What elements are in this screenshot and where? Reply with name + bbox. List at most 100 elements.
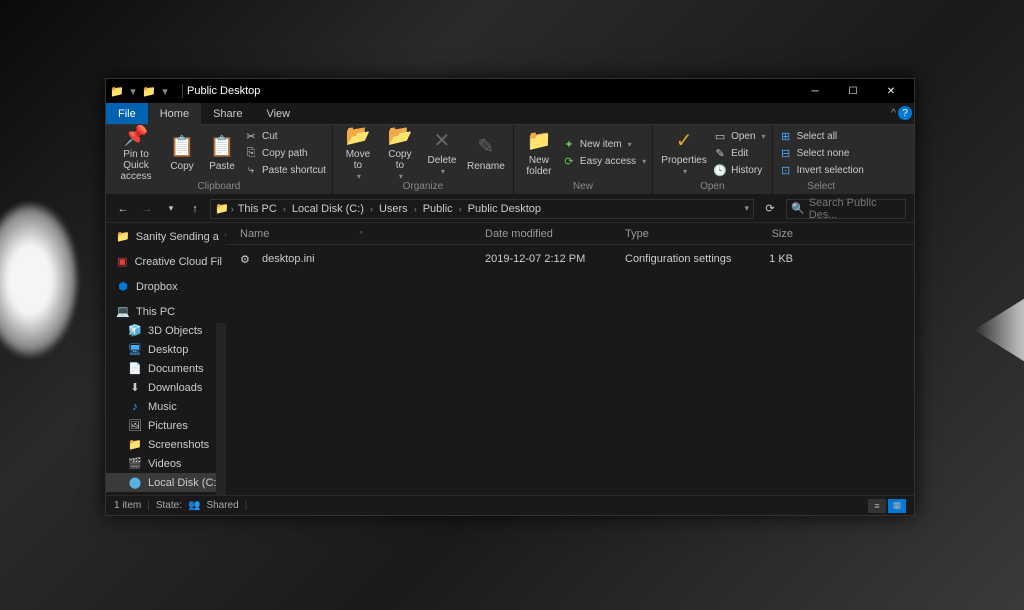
breadcrumb-item[interactable]: Public› [421,203,464,215]
select-buttons: ⊞Select all ⊟Select none ⊡Invert selecti… [779,128,864,178]
sidebar-item[interactable]: 🖥 Desktop [106,340,226,359]
scrollbar[interactable] [216,323,226,495]
open-small-buttons: ▭Open▾ ✎Edit 🕓History [713,128,765,178]
column-size[interactable]: Size [739,228,799,240]
chevron-right-icon[interactable]: › [231,204,234,214]
open-button[interactable]: ▭Open▾ [713,128,765,144]
sidebar-item[interactable]: ♪Music [106,397,226,416]
sidebar-item-icon: 🖥 [128,343,142,356]
rename-button[interactable]: ✎ Rename [465,127,507,179]
file-list[interactable]: ⚙desktop.ini2019-12-07 2:12 PMConfigurat… [226,245,914,495]
close-button[interactable]: ✕ [872,79,910,103]
cut-button[interactable]: ✂Cut [244,128,326,144]
sidebar-item[interactable]: ⬤Local Disk (C:) [106,473,226,492]
details-view-button[interactable]: ≡ [868,499,886,513]
label: Delete [427,155,456,166]
maximize-button[interactable]: ☐ [834,79,872,103]
delete-button[interactable]: ✕ Delete▾ [423,127,461,179]
label: Copy to [388,149,411,171]
chevron-right-icon: › [459,204,462,214]
forward-button[interactable]: → [138,203,156,215]
sidebar-item[interactable]: ⬢Dropbox [106,277,226,296]
sidebar-item[interactable]: ▣Creative Cloud Fil [106,252,226,271]
pin-to-quick-access-button[interactable]: 📌 Pin to Quick access [112,127,160,179]
rename-icon: ✎ [478,135,495,159]
copy-path-icon: ⎘ [244,147,258,160]
copy-path-button[interactable]: ⎘Copy path [244,145,326,161]
minimize-button[interactable]: ─ [796,79,834,103]
sidebar-item[interactable]: 💻This PC [106,302,226,321]
ribbon-collapse-icon[interactable]: ^ [891,107,896,119]
breadcrumb-item[interactable]: Users› [377,203,419,215]
label: Properties [661,155,707,166]
sidebar-item[interactable]: 📁Screenshots [106,435,226,454]
invert-selection-button[interactable]: ⊡Invert selection [779,162,864,178]
search-input[interactable]: 🔍 Search Public Des... [786,199,906,219]
sidebar-item[interactable]: 🎬Videos [106,454,226,473]
cut-icon: ✂ [244,130,258,143]
sidebar-item[interactable]: 🖼Pictures [106,416,226,435]
new-small-buttons: ✦New item▾ ⟳Easy access▾ [562,137,646,170]
group-label: New [520,179,646,192]
sidebar-item[interactable]: 📄Documents [106,359,226,378]
sidebar-item-label: Creative Cloud Fil [135,256,222,268]
edit-button[interactable]: ✎Edit [713,145,765,161]
qat-btn[interactable]: ▾ [158,84,172,98]
recent-dropdown[interactable]: ▾ [162,203,180,214]
breadcrumb-item[interactable]: Public Desktop [466,203,543,215]
statusbar: 1 item | State: 👥 Shared | ≡ ▦ [106,495,914,515]
collapse-icon[interactable]: ^ [225,232,226,241]
icons-view-button[interactable]: ▦ [888,499,906,513]
paste-shortcut-button[interactable]: ⤷Paste shortcut [244,162,326,178]
help-icon[interactable]: ? [898,106,912,120]
history-button[interactable]: 🕓History [713,162,765,178]
sidebar-item-label: Desktop [148,344,188,356]
tab-view[interactable]: View [254,103,302,124]
up-button[interactable]: ↑ [186,203,204,215]
new-item-button[interactable]: ✦New item▾ [562,137,646,153]
breadcrumb-item[interactable]: Local Disk (C:)› [290,203,375,215]
properties-button[interactable]: ✓ Properties▾ [659,127,709,179]
column-name[interactable]: Name^ [234,228,479,240]
back-button[interactable]: ← [114,203,132,215]
sidebar-item[interactable]: 📁Sanity Sending a^ [106,227,226,246]
navigation-pane[interactable]: 📁Sanity Sending a^ ▣Creative Cloud Fil ⬢Dr… [106,223,226,495]
select-none-button[interactable]: ⊟Select none [779,145,864,161]
select-all-button[interactable]: ⊞Select all [779,128,864,144]
refresh-button[interactable]: ⟳ [760,202,780,215]
sidebar-item-label: Documents [148,363,204,375]
qat-btn[interactable]: ▾ [126,84,140,98]
sidebar-item-label: Music [148,401,177,413]
copy-to-button[interactable]: 📂 Copy to▾ [381,127,419,179]
ribbon: 📌 Pin to Quick access 📋 Copy 📋 Paste ✂Cu… [106,125,914,195]
new-folder-button[interactable]: 📁 New folder [520,127,558,179]
file-icon: ⚙ [240,253,256,266]
breadcrumb-dropdown[interactable]: ▾ [744,203,749,214]
tab-share[interactable]: Share [201,103,254,124]
breadcrumb-item[interactable]: This PC› [236,203,288,215]
move-to-button[interactable]: 📂 Move to▾ [339,127,377,179]
file-row[interactable]: ⚙desktop.ini2019-12-07 2:12 PMConfigurat… [234,249,906,269]
folder-icon: 📁 [215,202,229,215]
breadcrumb[interactable]: 📁 › This PC› Local Disk (C:)› Users› Pub… [210,199,754,219]
column-type[interactable]: Type [619,228,739,240]
column-date[interactable]: Date modified [479,228,619,240]
new-folder-icon: 📁 [526,129,551,153]
easy-access-button[interactable]: ⟳Easy access▾ [562,154,646,170]
tab-file[interactable]: File [106,103,148,124]
sidebar-item[interactable]: ⬇Downloads [106,378,226,397]
sidebar-item-label: 3D Objects [148,325,202,337]
sidebar-item-label: Videos [148,458,181,470]
sidebar-item[interactable]: ⬤New Volume (D: [106,492,226,495]
chevron-right-icon: › [370,204,373,214]
view-toggles: ≡ ▦ [868,499,906,513]
clipboard-small-buttons: ✂Cut ⎘Copy path ⤷Paste shortcut [244,128,326,178]
tab-home[interactable]: Home [148,103,201,125]
titlebar[interactable]: 📁 ▾ 📁 ▾ Public Desktop ─ ☐ ✕ [106,79,914,103]
divider [182,84,183,98]
paste-button[interactable]: 📋 Paste [204,127,240,179]
copy-button[interactable]: 📋 Copy [164,127,200,179]
ribbon-group-organize: 📂 Move to▾ 📂 Copy to▾ ✕ Delete▾ ✎ Rename… [333,125,514,194]
group-label: Open [659,179,765,192]
sidebar-item[interactable]: 🧊3D Objects [106,321,226,340]
